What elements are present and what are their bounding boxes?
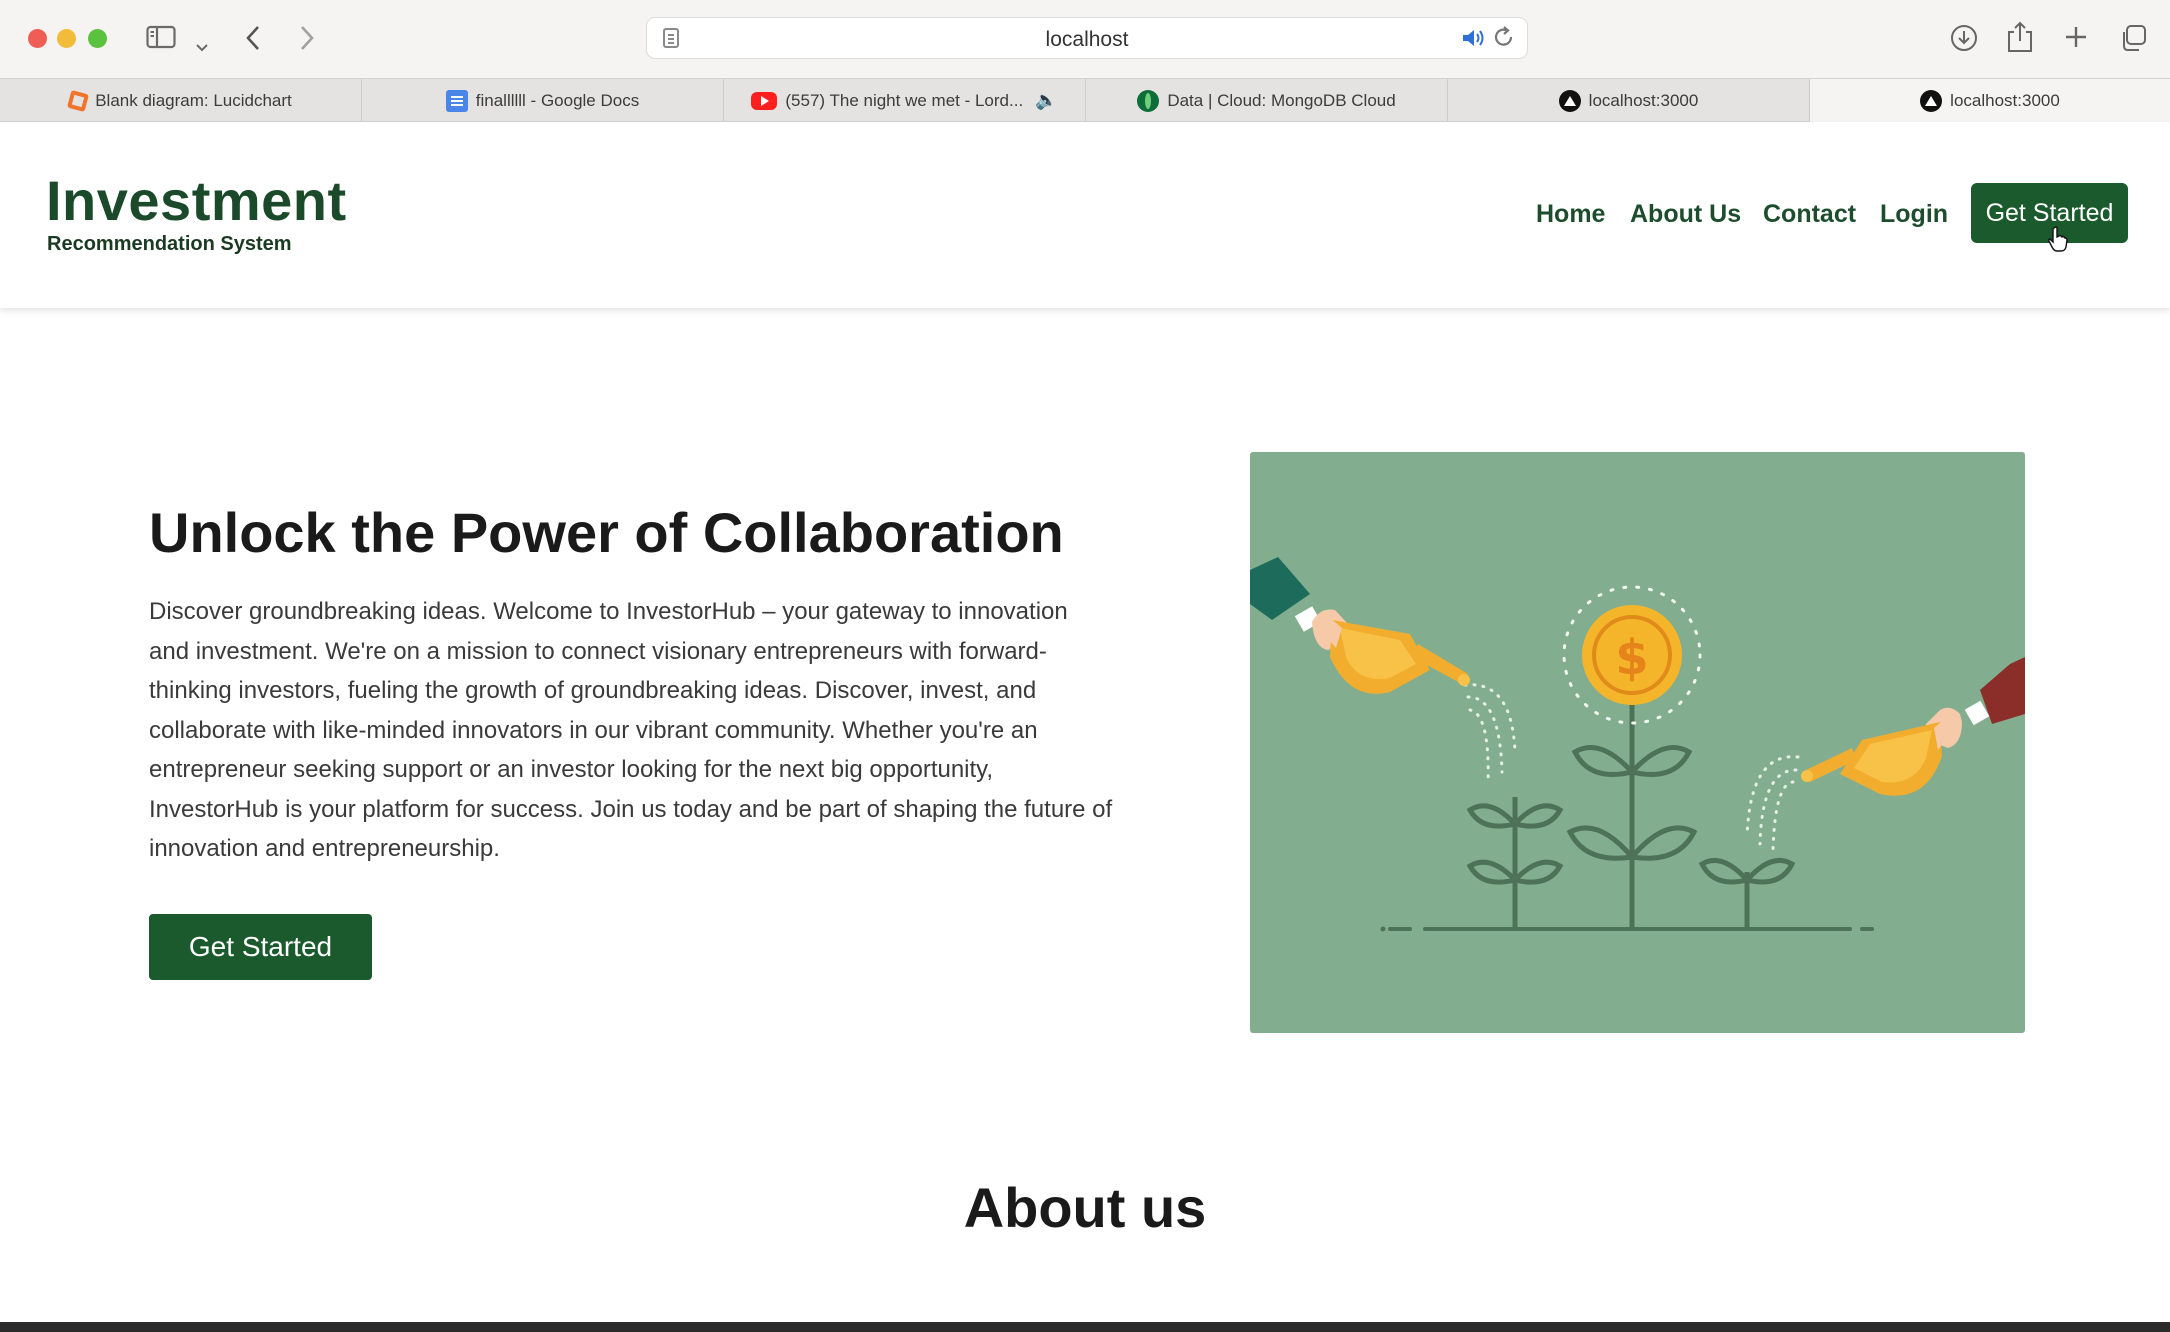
tab-label: localhost:3000	[1588, 90, 1699, 110]
nav-contact[interactable]: Contact	[1763, 200, 1856, 229]
speaker-icon[interactable]	[1461, 27, 1485, 55]
hero-title: Unlock the Power of Collaboration	[149, 501, 1064, 564]
back-arrow-icon[interactable]	[245, 25, 261, 55]
browser-window: localhost Blank diagram: Lucidchart fina…	[0, 0, 2170, 1322]
share-icon[interactable]	[2007, 21, 2033, 57]
logo-subtitle: Recommendation System	[47, 233, 292, 255]
maximize-window-button[interactable]	[88, 29, 107, 48]
about-section-title: About us	[963, 1176, 1207, 1239]
address-url: localhost	[1045, 28, 1129, 51]
tab-label: Blank diagram: Lucidchart	[95, 90, 292, 110]
hand-cursor-icon	[2047, 226, 2068, 252]
tab-mongodb[interactable]: Data | Cloud: MongoDB Cloud	[1086, 79, 1448, 122]
downloads-icon[interactable]	[1950, 24, 1978, 56]
nav-login[interactable]: Login	[1880, 200, 1948, 229]
tab-lucidchart[interactable]: Blank diagram: Lucidchart	[0, 79, 362, 122]
site-header: Investment Recommendation System Home Ab…	[0, 122, 2170, 308]
tab-label: Data | Cloud: MongoDB Cloud	[1167, 90, 1396, 110]
tab-overview-icon[interactable]	[2119, 24, 2147, 56]
vercel-icon	[1920, 89, 1943, 112]
minimize-window-button[interactable]	[57, 29, 76, 48]
hero-description: Discover groundbreaking ideas. Welcome t…	[149, 598, 1113, 862]
reload-icon[interactable]	[1493, 25, 1515, 56]
tab-localhost[interactable]: localhost:3000	[1448, 79, 1810, 122]
tab-label: (557) The night we met - Lord...	[785, 90, 1024, 110]
google-docs-icon	[445, 89, 468, 112]
sidebar-toggle-icon[interactable]	[146, 25, 176, 53]
tab-bar: Blank diagram: Lucidchart finallllll - G…	[0, 78, 2170, 122]
vercel-icon	[1558, 89, 1581, 112]
hero-get-started-button[interactable]: Get Started	[149, 914, 372, 980]
tab-localhost-active[interactable]: localhost:3000	[1810, 79, 2170, 122]
forward-arrow-icon[interactable]	[299, 25, 315, 55]
coin-dollar-symbol: $	[1615, 630, 1648, 686]
tab-label: localhost:3000	[1950, 90, 2060, 110]
tab-youtube[interactable]: (557) The night we met - Lord... 🔈	[724, 79, 1086, 122]
logo-title[interactable]: Investment	[46, 168, 347, 233]
tab-google-docs[interactable]: finallllll - Google Docs	[362, 79, 724, 122]
new-tab-plus-icon[interactable]	[2064, 25, 2088, 53]
speaker-icon[interactable]: 🔈	[1035, 90, 1057, 111]
nav-home[interactable]: Home	[1536, 200, 1605, 229]
browser-titlebar: localhost	[0, 0, 2170, 78]
lucidchart-icon	[67, 89, 90, 112]
chevron-down-icon[interactable]	[196, 31, 208, 57]
address-bar[interactable]: localhost	[646, 17, 1528, 59]
close-window-button[interactable]	[28, 29, 47, 48]
nav-about-us[interactable]: About Us	[1630, 200, 1741, 229]
tab-label: finallllll - Google Docs	[475, 90, 640, 110]
youtube-icon	[751, 91, 778, 110]
money-plant-illustration: $	[1250, 452, 2025, 1033]
mongodb-icon	[1137, 89, 1160, 112]
